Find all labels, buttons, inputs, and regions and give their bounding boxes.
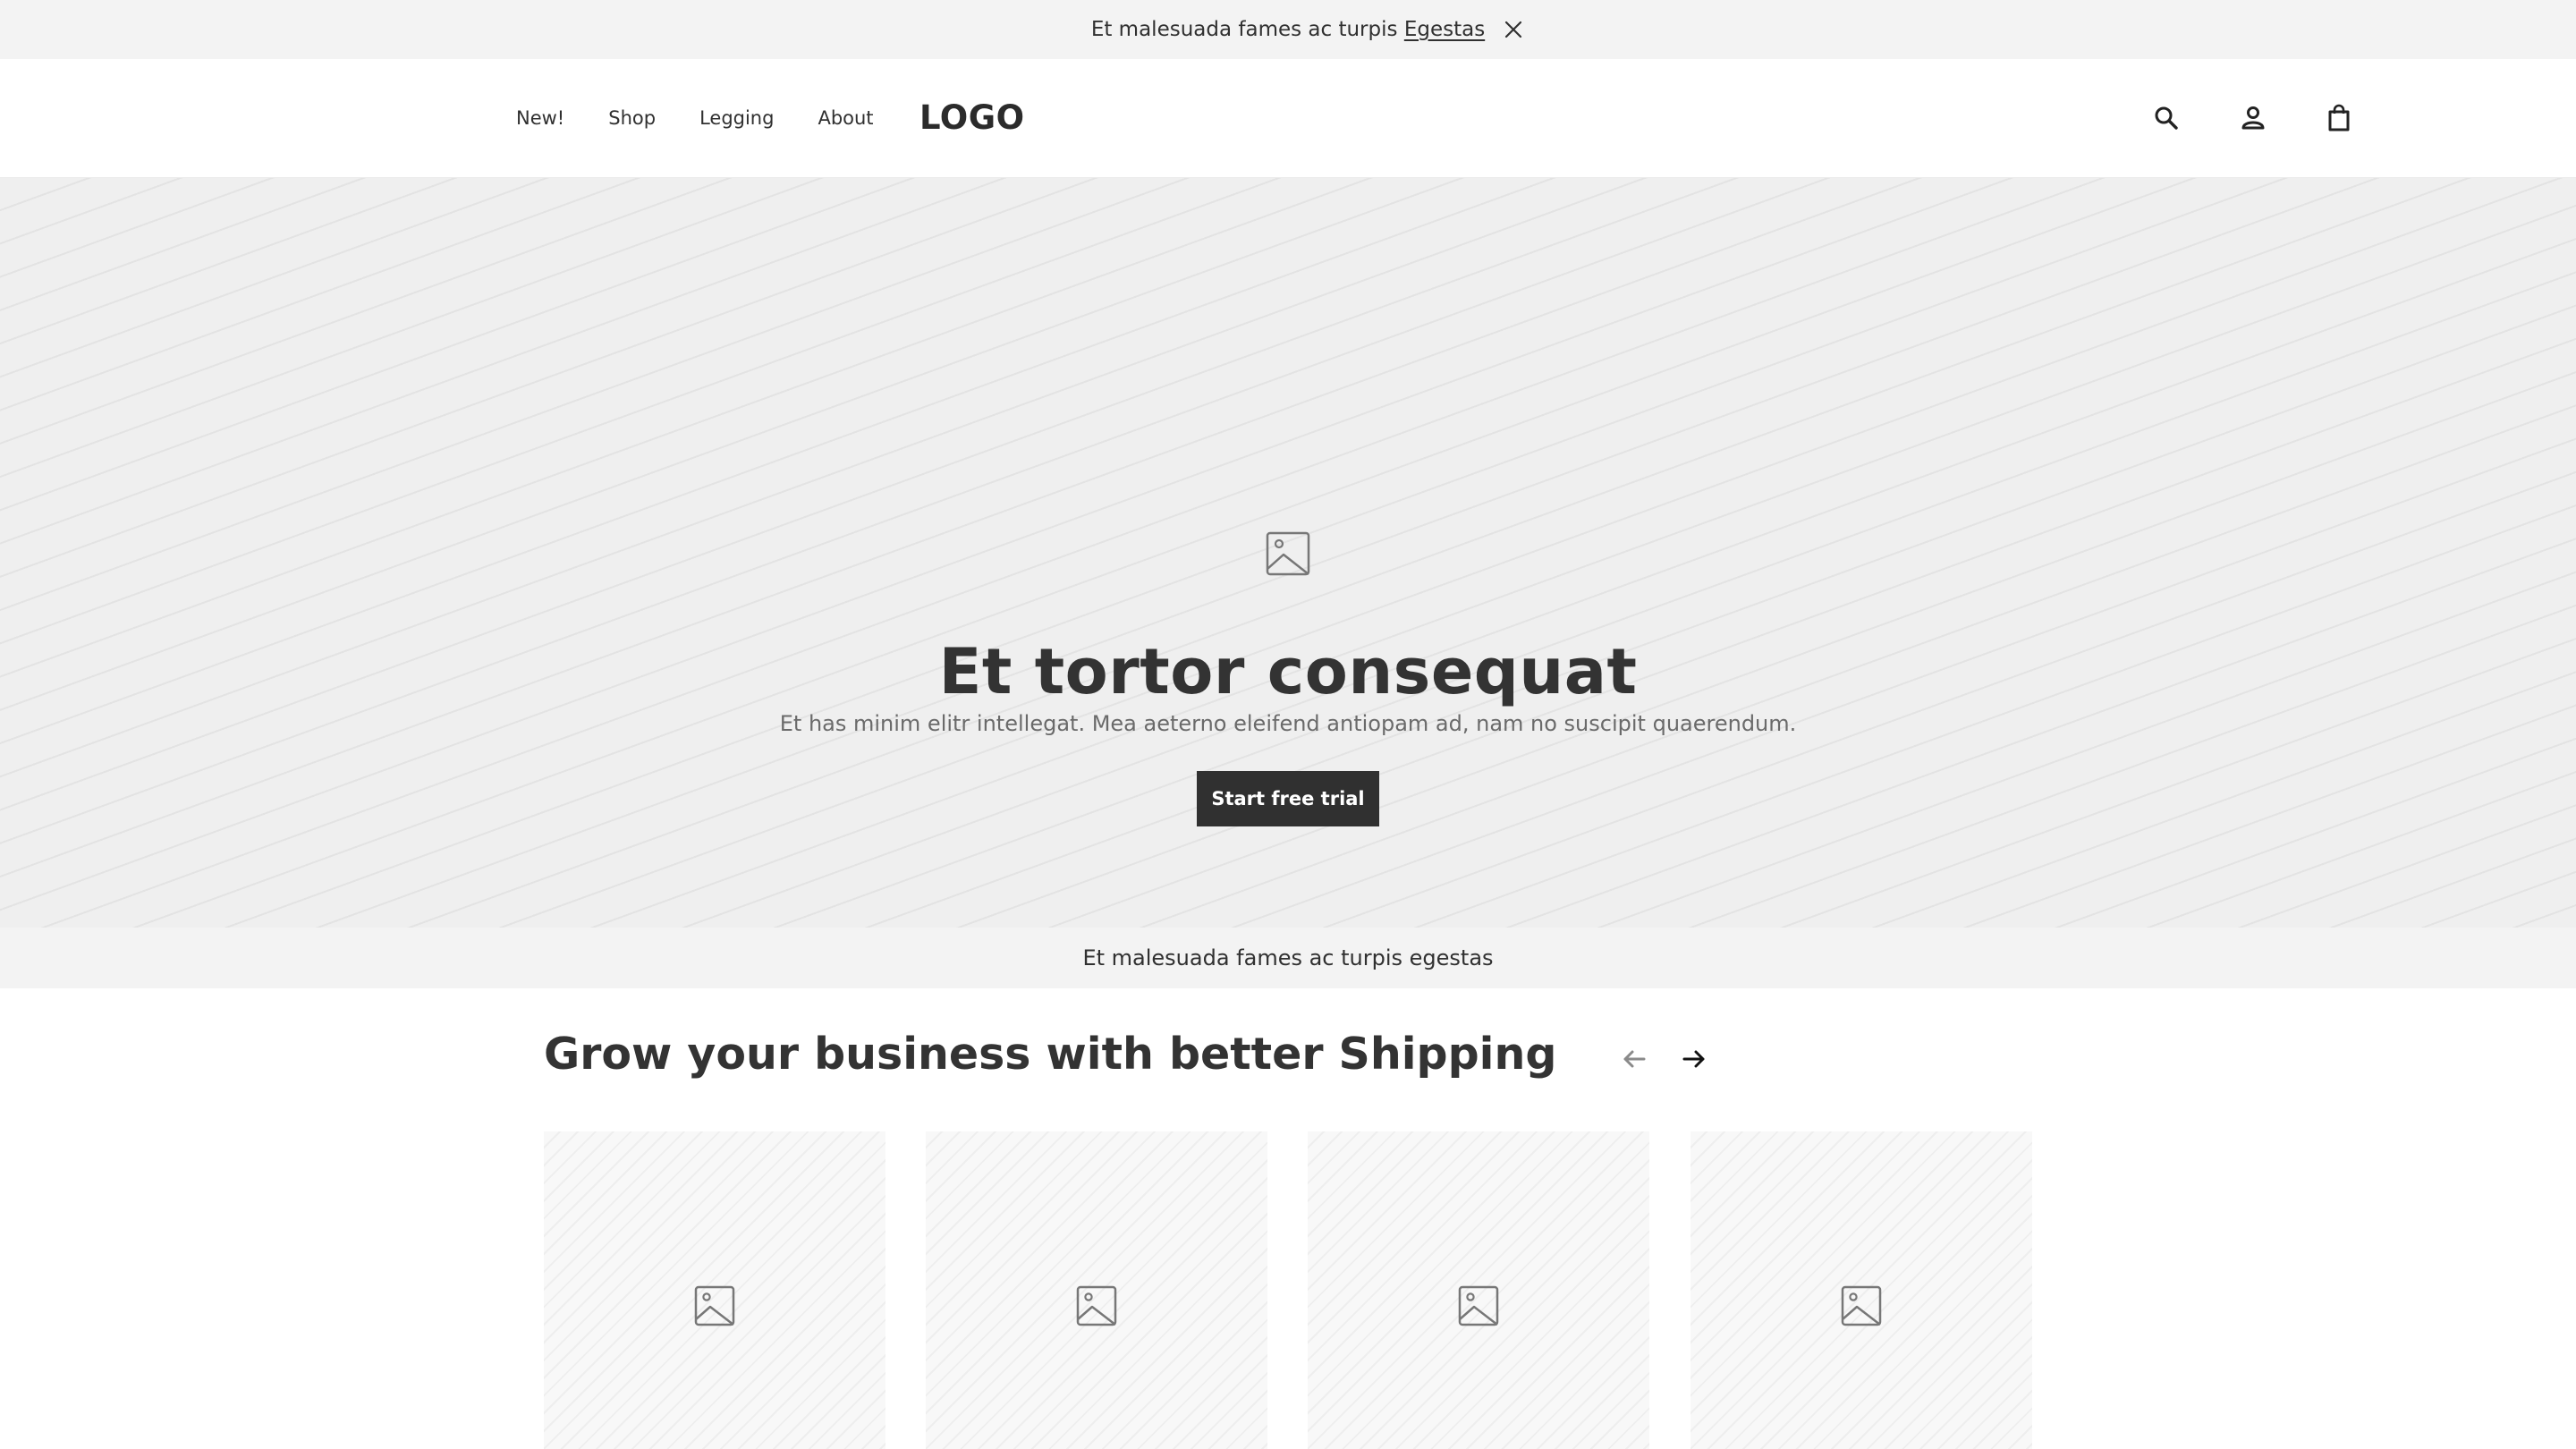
shopping-bag-icon[interactable]: [2323, 102, 2355, 134]
site-header: New! Shop Legging About LOGO: [0, 59, 2576, 178]
hero-title: Et tortor consequat: [938, 635, 1638, 708]
product-card[interactable]: [926, 1131, 1267, 1449]
image-placeholder-icon: [1266, 531, 1310, 576]
logo[interactable]: LOGO: [919, 98, 1025, 137]
main-nav: New! Shop Legging About: [516, 59, 918, 177]
close-icon[interactable]: [1503, 19, 1524, 40]
image-placeholder-icon: [694, 1285, 735, 1326]
announcement-link[interactable]: Egestas: [1404, 18, 1485, 41]
account-icon[interactable]: [2237, 102, 2269, 134]
start-free-trial-button[interactable]: Start free trial: [1197, 771, 1379, 826]
info-strip-text: Et malesuada fames ac turpis egestas: [1082, 945, 1494, 970]
nav-item-new[interactable]: New!: [516, 107, 564, 129]
arrow-left-icon[interactable]: [1619, 1044, 1649, 1074]
product-card[interactable]: [544, 1131, 886, 1449]
announcement-text: Et malesuada fames ac turpis Egestas: [1090, 18, 1486, 41]
section-title: Grow your business with better Shipping: [544, 1029, 1557, 1080]
nav-item-about[interactable]: About: [818, 107, 873, 129]
image-placeholder-icon: [1458, 1285, 1499, 1326]
arrow-right-icon[interactable]: [1679, 1044, 1709, 1074]
info-strip: Et malesuada fames ac turpis egestas: [0, 928, 2576, 988]
image-placeholder-icon: [1076, 1285, 1117, 1326]
hero-banner: Et tortor consequat Et has minim elitr i…: [0, 178, 2576, 928]
hero-subtitle: Et has minim elitr intellegat. Mea aeter…: [779, 711, 1797, 736]
product-card[interactable]: [1308, 1131, 1649, 1449]
image-placeholder-icon: [1841, 1285, 1882, 1326]
search-icon[interactable]: [2150, 102, 2182, 134]
product-card[interactable]: [1690, 1131, 2032, 1449]
nav-item-shop[interactable]: Shop: [608, 107, 656, 129]
announcement-bar: Et malesuada fames ac turpis Egestas: [0, 0, 2576, 59]
nav-item-legging[interactable]: Legging: [699, 107, 774, 129]
